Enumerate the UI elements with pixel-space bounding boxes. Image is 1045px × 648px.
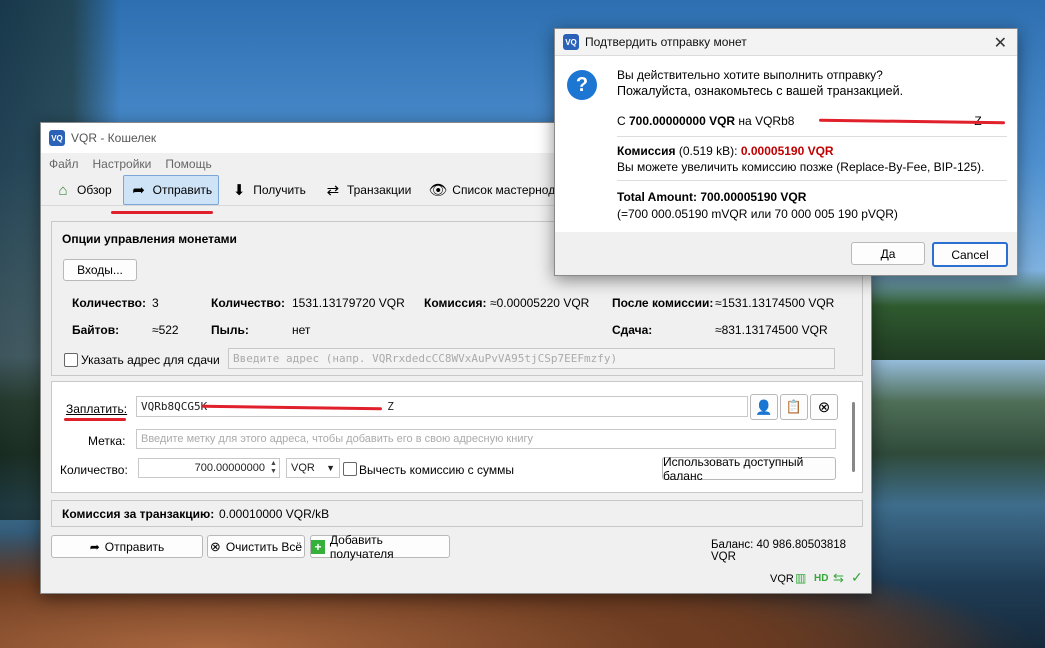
inputs-button[interactable]: Входы... bbox=[63, 259, 137, 281]
balance-label: Баланс: 40 986.80503818 VQR bbox=[711, 539, 847, 563]
recipient-scrollbar[interactable] bbox=[852, 402, 855, 472]
custom-change-label: Указать адрес для сдачи bbox=[81, 353, 220, 367]
cc-change-label: Сдача: bbox=[612, 323, 653, 337]
dialog-title: Подтвердить отправку монет bbox=[585, 35, 747, 49]
label-field-label: Метка: bbox=[88, 434, 126, 448]
clear-circle-icon: ⊗ bbox=[817, 399, 831, 416]
clear-circle-icon: ⊗ bbox=[209, 538, 221, 554]
cc-dust-label: Пыль: bbox=[211, 323, 249, 337]
pay-to-label: Заплатить: bbox=[66, 402, 128, 416]
send-tab-underline bbox=[111, 211, 213, 214]
custom-change-checkbox[interactable] bbox=[64, 353, 78, 367]
tx-fee-value: 0.00010000 VQR/kB bbox=[219, 507, 330, 521]
amount-label: Количество: bbox=[60, 463, 128, 477]
clear-address-button[interactable]: ⊗ bbox=[810, 394, 838, 420]
cc-change-value: ≈831.13174500 VQR bbox=[715, 323, 828, 337]
send-icon: ➦ bbox=[132, 182, 145, 199]
close-icon[interactable]: ✕ bbox=[994, 33, 1007, 53]
clipboard-icon: 📋 bbox=[785, 399, 803, 414]
cc-fee-label: Комиссия: bbox=[424, 296, 487, 310]
menu-help[interactable]: Помощь bbox=[165, 157, 211, 171]
address-book-icon: 👤 bbox=[755, 398, 773, 415]
address-book-button[interactable]: 👤 bbox=[750, 394, 778, 420]
recipient-panel: Заплатить: VQRb8QCG5K Z 👤 📋 ⊗ Метка: Вве… bbox=[51, 381, 863, 493]
tab-transactions[interactable]: ⇄ Транзакции bbox=[317, 175, 418, 205]
staking-icon: ▥ bbox=[795, 571, 807, 585]
pay-to-underline bbox=[64, 418, 126, 421]
plus-icon: + bbox=[311, 539, 325, 554]
send-button[interactable]: ➦ Отправить bbox=[51, 535, 203, 558]
subtract-fee-checkbox[interactable] bbox=[343, 462, 357, 476]
home-icon: ⌂ bbox=[58, 181, 68, 199]
cc-quantity-value: 3 bbox=[152, 296, 159, 310]
cc-fee-value: ≈0.00005220 VQR bbox=[490, 296, 590, 310]
receive-icon: ⬇ bbox=[232, 182, 246, 199]
tx-fee-label: Комиссия за транзакцию: bbox=[62, 507, 215, 521]
synced-check-icon: ✓ bbox=[851, 569, 863, 585]
tab-send[interactable]: ➦ Отправить bbox=[122, 175, 220, 205]
paste-button[interactable]: 📋 bbox=[780, 394, 808, 420]
vqr-app-icon: VQ bbox=[563, 34, 579, 50]
tab-receive[interactable]: ⬇ Получить bbox=[223, 175, 313, 205]
question-icon: ? bbox=[567, 70, 597, 100]
cc-after-fee-label: После комиссии: bbox=[612, 296, 714, 310]
amount-input[interactable]: 700.00000000 bbox=[138, 458, 280, 478]
dialog-total: Total Amount: 700.00005190 VQR bbox=[617, 190, 807, 204]
cc-after-fee-value: ≈1531.13174500 VQR bbox=[715, 296, 835, 310]
transaction-fee-panel: Комиссия за транзакцию: 0.00010000 VQR/k… bbox=[51, 500, 863, 527]
dialog-fee-line: Комиссия (0.519 kB): 0.00005190 VQR bbox=[617, 144, 834, 158]
cc-quantity-label: Количество: bbox=[72, 296, 146, 310]
send-icon: ➦ bbox=[89, 539, 100, 554]
dialog-fee-note: Вы можете увеличить комиссию позже (Repl… bbox=[617, 160, 985, 174]
cc-amount-label: Количество: bbox=[211, 296, 285, 310]
chevron-down-icon: ▼ bbox=[326, 463, 335, 473]
transactions-icon: ⇄ bbox=[326, 182, 340, 199]
dialog-body: ? Вы действительно хотите выполнить отпр… bbox=[555, 56, 1017, 232]
cc-dust-value: нет bbox=[292, 323, 311, 337]
status-unit[interactable]: VQR bbox=[770, 573, 794, 585]
divider bbox=[617, 180, 1007, 181]
tab-overview[interactable]: ⌂ Обзор bbox=[47, 175, 119, 205]
clear-all-button[interactable]: ⊗ Очистить Всё bbox=[207, 535, 305, 558]
cancel-button[interactable]: Cancel bbox=[932, 242, 1008, 267]
hd-badge: HD bbox=[814, 573, 829, 584]
custom-change-address-input[interactable]: Введите адрес (напр. VQRrxdedcCC8WVxAuPv… bbox=[228, 348, 835, 369]
yes-button[interactable]: Да bbox=[851, 242, 925, 265]
cc-amount-value: 1531.13179720 VQR bbox=[292, 296, 405, 310]
dialog-question-line1: Вы действительно хотите выполнить отправ… bbox=[617, 68, 883, 82]
vqr-app-icon: VQ bbox=[49, 130, 65, 146]
coin-control-title: Опции управления монетами bbox=[62, 232, 237, 246]
cc-bytes-value: ≈522 bbox=[152, 323, 179, 337]
confirm-send-dialog: VQ Подтвердить отправку монет ✕ ? Вы дей… bbox=[554, 28, 1018, 276]
dialog-question-line2: Пожалуйста, ознакомьтесь с вашей транзак… bbox=[617, 84, 904, 98]
menu-settings[interactable]: Настройки bbox=[93, 157, 152, 171]
dialog-total-detail: (=700 000.05190 mVQR или 70 000 005 190 … bbox=[617, 207, 898, 221]
unit-select[interactable]: VQR ▼ bbox=[286, 458, 340, 478]
divider bbox=[617, 136, 1007, 137]
eye-icon: 👁 bbox=[428, 182, 448, 199]
label-input[interactable]: Введите метку для этого адреса, чтобы до… bbox=[136, 429, 836, 449]
dialog-titlebar: VQ Подтвердить отправку монет ✕ bbox=[555, 29, 1017, 56]
use-available-balance-button[interactable]: Использовать доступный баланс bbox=[662, 455, 836, 483]
background-forest bbox=[865, 270, 1045, 360]
tab-masternodes[interactable]: 👁 Список мастернод bbox=[422, 175, 562, 205]
add-recipient-button[interactable]: + Добавить получателя bbox=[310, 533, 450, 561]
cc-bytes-label: Байтов: bbox=[72, 323, 120, 337]
amount-spinner-icon[interactable]: ▲ ▼ bbox=[270, 460, 277, 476]
wallet-title: VQR - Кошелек bbox=[71, 131, 157, 145]
menu-file[interactable]: Файл bbox=[49, 157, 79, 171]
subtract-fee-label: Вычесть комиссию с суммы bbox=[359, 463, 515, 477]
network-icon: ⇆ bbox=[833, 570, 844, 585]
